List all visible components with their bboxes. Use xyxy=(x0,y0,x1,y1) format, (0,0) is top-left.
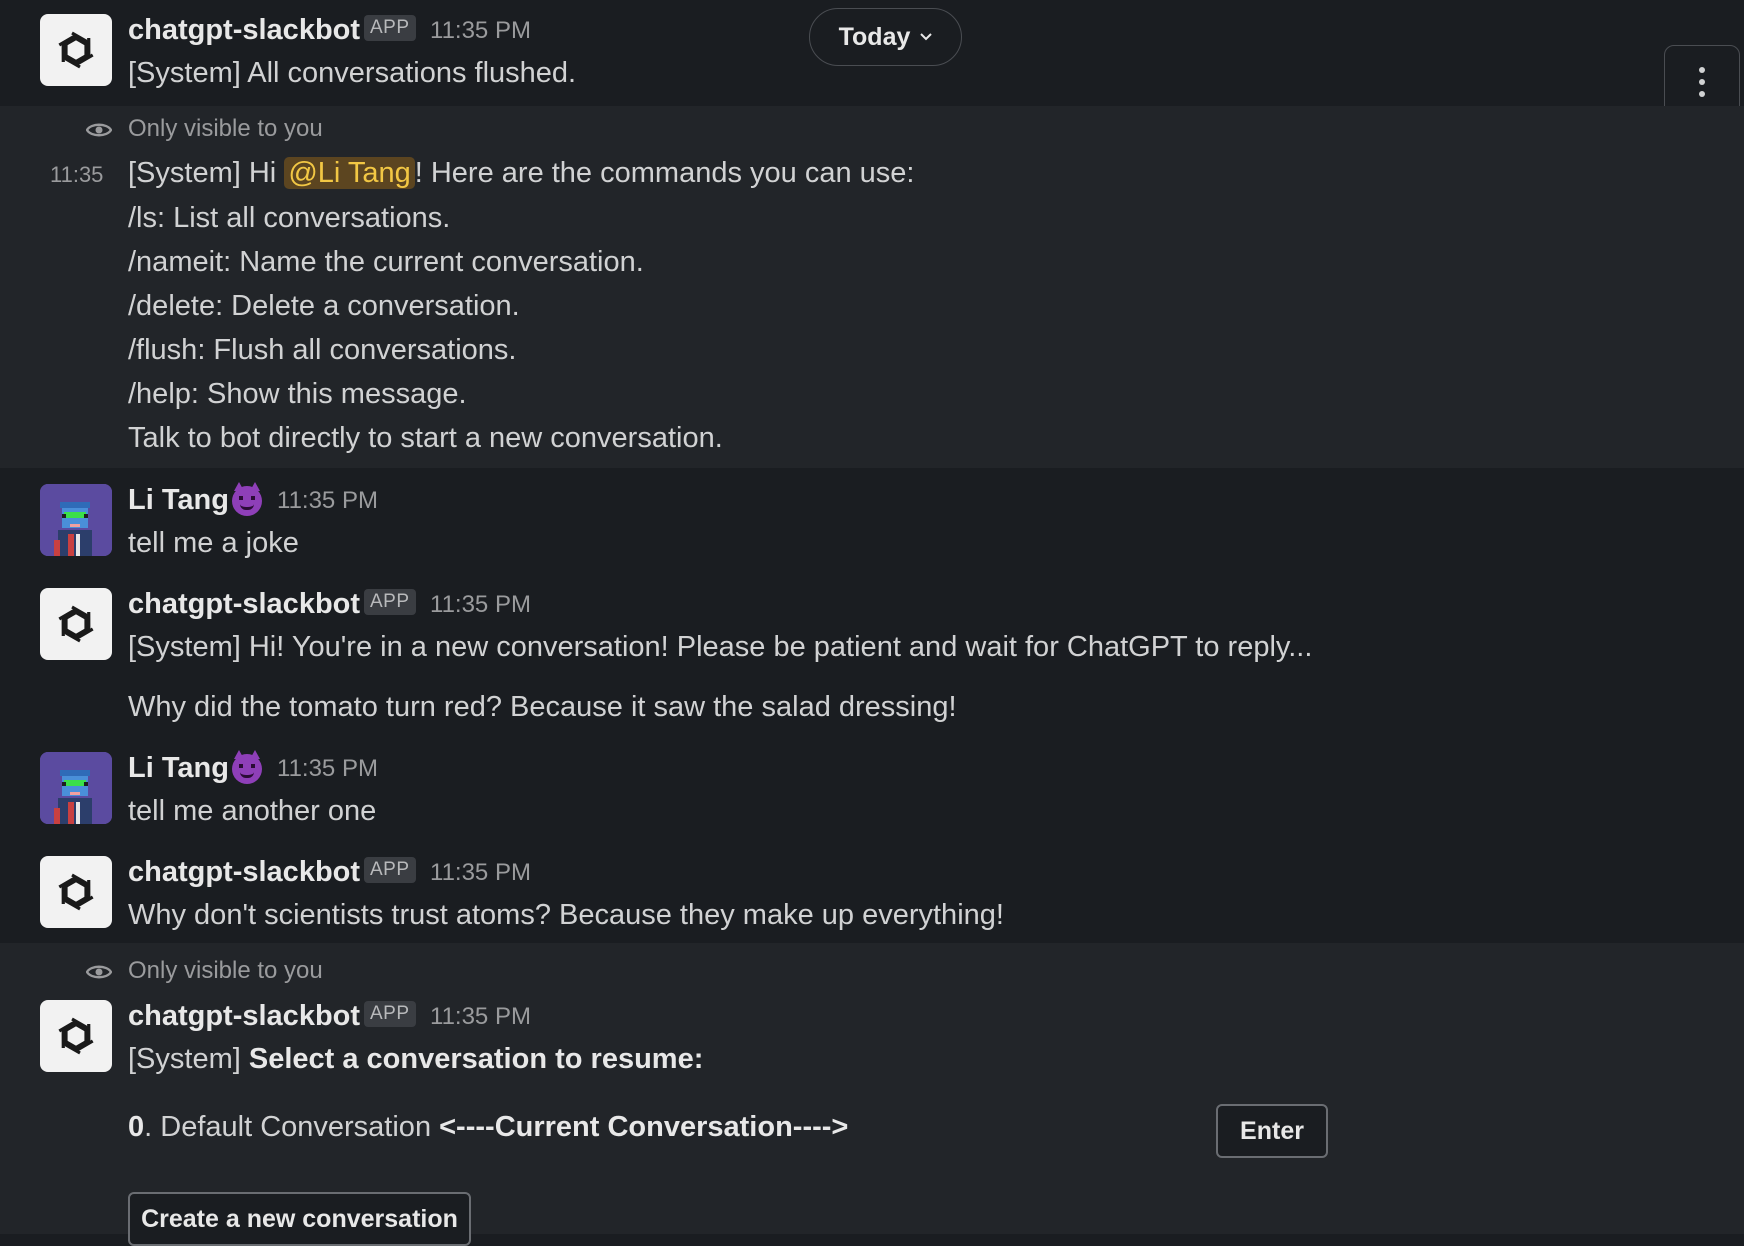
sender-name[interactable]: Li Tang xyxy=(128,750,229,786)
app-badge: APP xyxy=(364,589,416,615)
openai-logo-icon xyxy=(53,869,99,915)
message-hover-timestamp[interactable]: 11:35 xyxy=(50,160,103,190)
bot-avatar[interactable] xyxy=(40,856,112,928)
message-timestamp[interactable]: 11:35 PM xyxy=(430,16,531,46)
command-line-nameit: /nameit: Name the current conversation. xyxy=(128,246,644,278)
sender-name[interactable]: chatgpt-slackbot xyxy=(128,998,360,1034)
bot-avatar[interactable] xyxy=(40,14,112,86)
pixel-character-avatar xyxy=(40,752,112,824)
emoji-mouth xyxy=(240,504,254,510)
only-visible-label: Only visible to you xyxy=(128,115,323,142)
user-avatar[interactable] xyxy=(40,752,112,824)
openai-logo-icon xyxy=(53,1013,99,1059)
openai-logo-icon xyxy=(53,27,99,73)
enter-conversation-button[interactable]: Enter xyxy=(1216,1104,1328,1158)
message-text-bold: Select a conversation to resume: xyxy=(248,1043,704,1075)
eye-icon xyxy=(86,123,112,137)
message-timestamp[interactable]: 11:35 PM xyxy=(430,590,531,620)
message-text: [System] Hi! You're in a new conversatio… xyxy=(128,631,1313,663)
app-badge: APP xyxy=(364,1001,416,1027)
command-line-delete: /delete: Delete a conversation. xyxy=(128,290,520,322)
pixel-character-avatar xyxy=(40,484,112,556)
command-line-flush: /flush: Flush all conversations. xyxy=(128,334,517,366)
message-timestamp[interactable]: 11:35 PM xyxy=(277,754,378,784)
vertical-ellipsis-icon xyxy=(1699,67,1705,73)
vertical-ellipsis-dot xyxy=(1699,79,1705,85)
eye-icon xyxy=(86,965,112,979)
date-divider-today-button[interactable]: Today xyxy=(809,8,962,66)
vertical-ellipsis-dot xyxy=(1699,91,1705,97)
bot-avatar[interactable] xyxy=(40,588,112,660)
user-mention[interactable]: @Li Tang xyxy=(284,157,415,189)
ephemeral-message-block xyxy=(0,943,1744,1234)
message-text-segment: ! Here are the commands you can use: xyxy=(414,157,915,189)
sender-name[interactable]: chatgpt-slackbot xyxy=(128,586,360,622)
smiling-imp-emoji-icon[interactable] xyxy=(232,482,262,516)
sender-name[interactable]: Li Tang xyxy=(128,482,229,518)
option-index: 0 xyxy=(128,1111,145,1143)
conversation-option: 0. Default Conversation <----Current Con… xyxy=(128,1109,848,1145)
message-text-segment: [System] xyxy=(128,1043,249,1075)
sender-name[interactable]: chatgpt-slackbot xyxy=(128,12,360,48)
smiling-imp-emoji-icon[interactable] xyxy=(232,750,262,784)
user-avatar[interactable] xyxy=(40,484,112,556)
current-conversation-marker: <----Current Conversation----> xyxy=(439,1111,849,1143)
message-timestamp[interactable]: 11:35 PM xyxy=(430,1002,531,1032)
chevron-down-icon xyxy=(920,33,933,41)
message-text: tell me another one xyxy=(128,795,377,827)
only-visible-label: Only visible to you xyxy=(128,957,323,984)
create-new-conversation-button[interactable]: Create a new conversation xyxy=(128,1192,471,1246)
message-text: [System] All conversations flushed. xyxy=(128,57,577,89)
message-text: [System] Select a conversation to resume… xyxy=(128,1041,703,1077)
app-badge: APP xyxy=(364,15,416,41)
openai-logo-icon xyxy=(53,601,99,647)
message-text: Why did the tomato turn red? Because it … xyxy=(128,691,957,723)
message-text: Why don't scientists trust atoms? Becaus… xyxy=(128,899,1004,931)
message-text-line: [System] Hi @Li Tang! Here are the comma… xyxy=(128,155,914,191)
option-label: . Default Conversation xyxy=(144,1111,440,1143)
sender-name[interactable]: chatgpt-slackbot xyxy=(128,854,360,890)
emoji-mouth xyxy=(240,772,254,778)
date-divider-label: Today xyxy=(838,22,911,51)
message-text-segment: [System] Hi xyxy=(128,157,285,189)
command-line-hint: Talk to bot directly to start a new conv… xyxy=(128,422,723,454)
message-text: tell me a joke xyxy=(128,527,299,559)
emoji-eyes xyxy=(239,764,255,768)
app-badge: APP xyxy=(364,857,416,883)
message-timestamp[interactable]: 11:35 PM xyxy=(430,858,531,888)
bot-avatar[interactable] xyxy=(40,1000,112,1072)
command-line-help: /help: Show this message. xyxy=(128,378,467,410)
command-line-ls: /ls: List all conversations. xyxy=(128,202,451,234)
emoji-eyes xyxy=(239,496,255,500)
message-timestamp[interactable]: 11:35 PM xyxy=(277,486,378,516)
